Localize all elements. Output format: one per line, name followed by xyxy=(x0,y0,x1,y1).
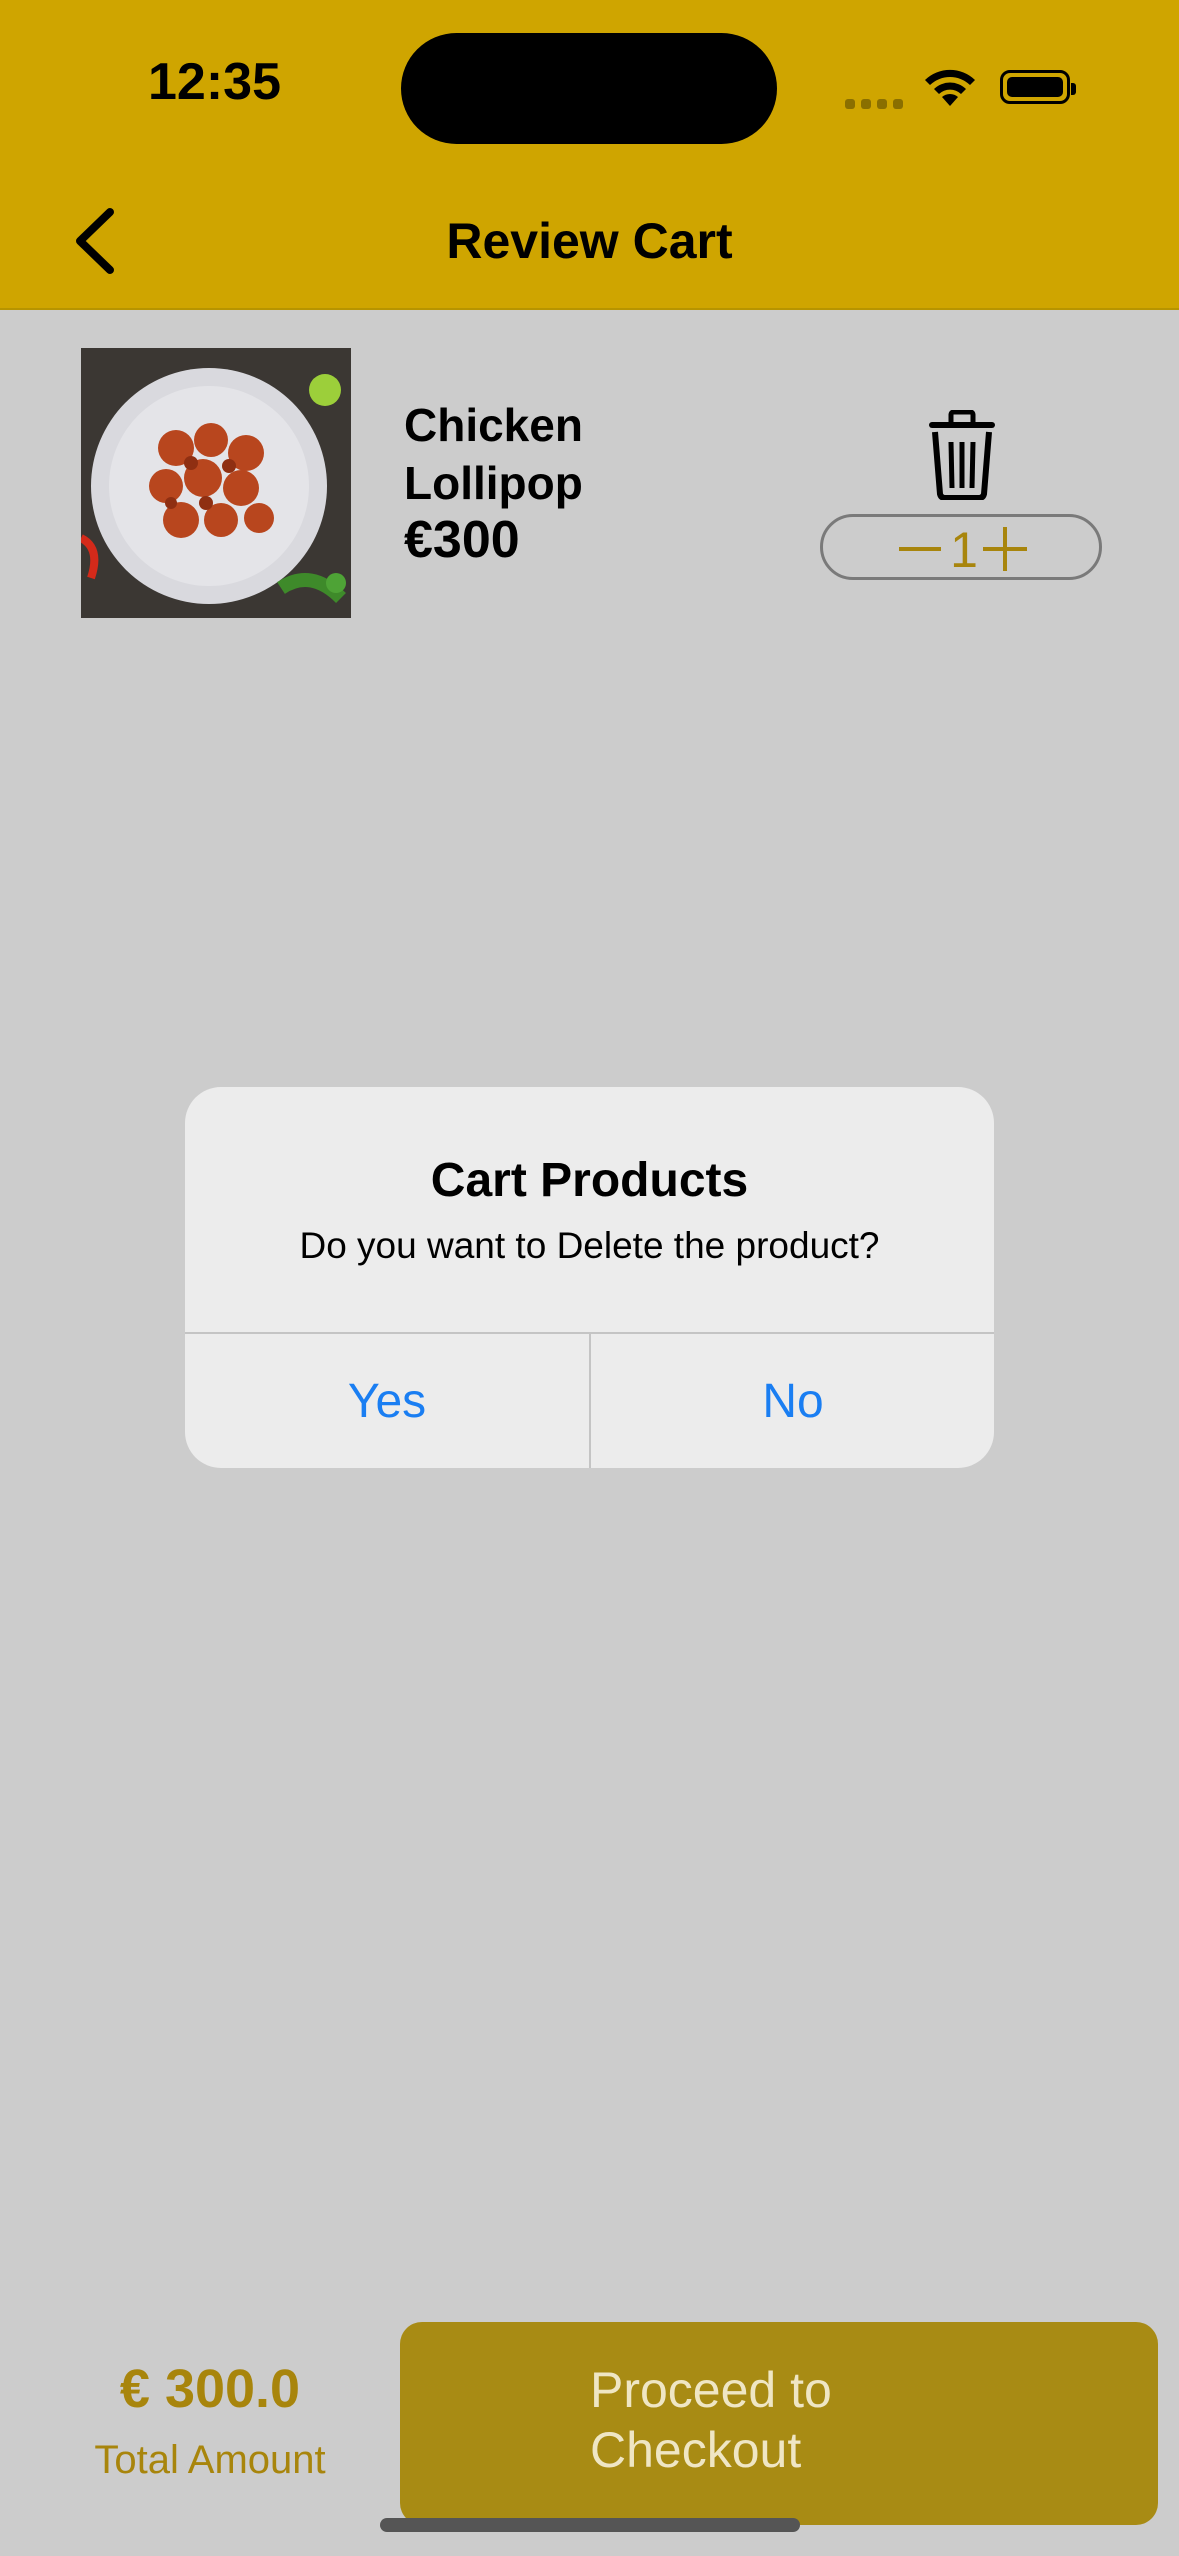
increment-button-vertical[interactable] xyxy=(1003,527,1007,571)
status-time: 12:35 xyxy=(148,53,281,111)
proceed-to-checkout-button[interactable]: Proceed to Checkout xyxy=(400,2322,1158,2525)
checkout-label: Proceed to Checkout xyxy=(590,2362,832,2478)
product-price: €300 xyxy=(404,511,520,569)
total-amount: € 300.0 xyxy=(119,2359,301,2419)
yes-button[interactable]: Yes xyxy=(185,1334,589,1468)
no-button[interactable]: No xyxy=(591,1334,994,1468)
product-image xyxy=(81,348,351,618)
total-label: Total Amount xyxy=(94,2438,326,2482)
header-divider xyxy=(0,308,1179,310)
page-title: Review Cart xyxy=(446,213,733,269)
trash-icon[interactable] xyxy=(925,410,999,500)
product-name: Chicken Lollipop xyxy=(404,399,583,509)
dynamic-island xyxy=(401,33,777,144)
wifi-icon xyxy=(925,69,975,106)
home-indicator xyxy=(380,2518,800,2532)
dialog-title: Cart Products xyxy=(430,1154,749,1207)
decrement-button[interactable] xyxy=(899,547,941,551)
cellular-signal-icon xyxy=(845,96,909,114)
quantity-stepper: 1 xyxy=(820,514,1102,580)
battery-icon xyxy=(1000,70,1076,104)
dialog-message: Do you want to Delete the product? xyxy=(299,1225,880,1266)
delete-confirm-dialog: Cart Products Do you want to Delete the … xyxy=(185,1087,994,1468)
quantity-value: 1 xyxy=(950,522,978,578)
